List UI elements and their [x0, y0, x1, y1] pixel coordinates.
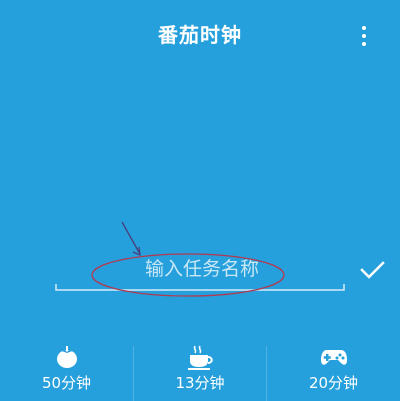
coffee-cup-icon [188, 345, 213, 370]
tomato-icon [56, 346, 77, 368]
more-options-menu-icon[interactable] [354, 24, 374, 48]
preset-50-minutes-button[interactable]: 50分钟 [0, 342, 133, 401]
preset-20-minutes-button[interactable]: 20分钟 [267, 342, 400, 401]
menu-dot [362, 26, 366, 30]
app-title: 番茄时钟 [158, 23, 242, 47]
preset-13-minutes-button[interactable]: 13分钟 [134, 342, 266, 401]
task-input-underline [55, 284, 345, 291]
task-name-input[interactable] [60, 253, 344, 285]
preset-label: 50分钟 [41, 374, 92, 392]
confirm-check-icon[interactable] [357, 257, 387, 283]
preset-label: 13分钟 [175, 374, 225, 392]
timer-presets-bar: 50分钟 13分钟 20分钟 [0, 342, 400, 401]
menu-dot [362, 42, 366, 46]
preset-label: 20分钟 [308, 374, 359, 392]
menu-dot [362, 34, 366, 38]
gamepad-icon [320, 350, 347, 365]
